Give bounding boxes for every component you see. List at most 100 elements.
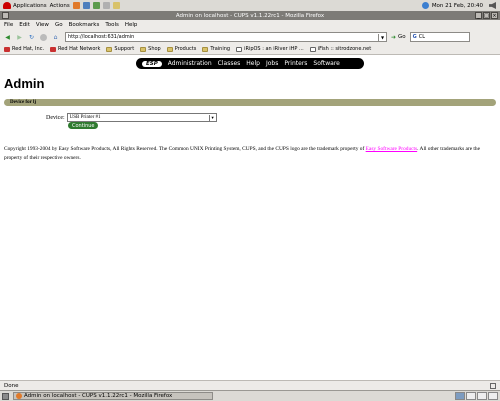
bookmarks-toolbar: Red Hat, Inc. Red Hat Network Support Sh… [0, 44, 500, 55]
cups-nav-software[interactable]: Software [313, 60, 339, 67]
chevron-down-icon: ▼ [208, 114, 216, 121]
taskbar-window-label: Admin on localhost - CUPS v1.1.22rc1 - M… [24, 393, 173, 399]
redhat-logo-icon [3, 2, 11, 9]
security-icon[interactable] [490, 382, 496, 389]
bookmark-label: iRipOS : an iRiver iHP ... [244, 46, 304, 52]
volume-icon[interactable] [489, 2, 496, 9]
continue-button[interactable]: Continue [68, 122, 99, 129]
status-text: Done [4, 382, 19, 389]
status-bar: Done [0, 380, 500, 390]
stop-icon [40, 33, 47, 41]
bookmark-iripos[interactable]: iRipOS : an iRiver iHP ... [236, 46, 304, 52]
bookmark-shop[interactable]: Shop [140, 46, 161, 52]
bookmark-label: Support [114, 46, 135, 52]
folder-icon [202, 46, 209, 52]
device-label: Device: [46, 114, 65, 121]
close-button[interactable]: × [491, 12, 498, 19]
bookmark-label: Red Hat, Inc. [12, 46, 45, 52]
actions-menu[interactable]: Actions [50, 3, 70, 9]
show-desktop-icon[interactable] [2, 392, 9, 400]
bookmark-redhat-network[interactable]: Red Hat Network [50, 46, 100, 52]
workspace-2[interactable] [466, 392, 476, 400]
back-icon[interactable]: ◀ [3, 33, 12, 42]
bookmark-label: Training [210, 46, 231, 52]
menu-view[interactable]: View [36, 22, 49, 28]
bookmark-label: Shop [148, 46, 161, 52]
applications-label: Applications [13, 2, 47, 9]
menu-tools[interactable]: Tools [105, 22, 119, 28]
bookmark-ifish[interactable]: iFish :: sitrodzone.net [309, 46, 372, 52]
section-header: Device for lj [4, 99, 496, 106]
bookmark-label: Red Hat Network [58, 46, 101, 52]
url-input[interactable]: http://localhost:631/admin ▼ [65, 32, 387, 42]
page-icon [236, 46, 243, 52]
terminal-launcher-icon[interactable] [102, 2, 110, 9]
go-arrow-icon: ➜ [391, 33, 397, 41]
search-input[interactable]: G CL [409, 32, 470, 42]
cups-nav-printers[interactable]: Printers [284, 60, 307, 67]
search-engine-icon[interactable]: G [413, 34, 417, 40]
cups-nav-administration[interactable]: Administration [168, 60, 212, 67]
reload-icon[interactable]: ↻ [27, 33, 36, 42]
device-select[interactable]: USB Printer #1 ▼ [66, 113, 217, 122]
device-select-value: USB Printer #1 [69, 115, 101, 120]
menu-help[interactable]: Help [125, 22, 138, 28]
bookmark-training[interactable]: Training [202, 46, 230, 52]
taskbar-window-button[interactable]: Admin on localhost - CUPS v1.1.22rc1 - M… [13, 392, 213, 400]
window-title: Admin on localhost - CUPS v1.1.22rc1 - M… [175, 12, 325, 19]
url-dropdown-icon[interactable]: ▼ [378, 33, 386, 41]
actions-label: Actions [49, 2, 70, 9]
network-icon[interactable] [421, 2, 429, 9]
menu-go[interactable]: Go [55, 22, 63, 28]
section-header-label: Device for lj [10, 100, 37, 105]
search-value: CL [418, 34, 426, 40]
page-icon [309, 46, 316, 52]
cups-navbar: ESP Administration Classes Help Jobs Pri… [136, 58, 364, 69]
cups-nav-help[interactable]: Help [246, 60, 260, 67]
files-launcher-icon[interactable] [112, 2, 120, 9]
folder-icon [140, 46, 147, 52]
bookmark-label: iFish :: sitrodzone.net [317, 46, 372, 52]
go-button[interactable]: ➜ Go [391, 34, 406, 41]
redhat-icon [4, 46, 10, 52]
window-titlebar[interactable]: Admin on localhost - CUPS v1.1.22rc1 - M… [0, 11, 500, 20]
go-label: Go [398, 34, 406, 40]
browser-launcher-icon[interactable] [72, 2, 80, 9]
clock[interactable]: Mon 21 Feb, 20:40 [432, 3, 483, 9]
window-menu-icon[interactable] [2, 12, 9, 19]
menu-edit[interactable]: Edit [19, 22, 30, 28]
menu-bookmarks[interactable]: Bookmarks [69, 22, 100, 28]
device-row: Device: USB Printer #1 ▼ [46, 113, 217, 122]
home-icon[interactable]: ⌂ [51, 33, 60, 42]
cups-nav-jobs[interactable]: Jobs [266, 60, 278, 67]
firefox-icon [16, 393, 22, 399]
cups-nav-classes[interactable]: Classes [218, 60, 241, 67]
copyright-notice: Copyright 1993-2004 by Easy Software Pro… [4, 145, 496, 163]
navigation-toolbar: ◀ ▶ ↻ ⌂ http://localhost:631/admin ▼ ➜ G… [0, 30, 500, 45]
office-launcher-icon[interactable] [92, 2, 100, 9]
workspace-switcher [454, 392, 498, 400]
bookmark-redhat[interactable]: Red Hat, Inc. [4, 46, 44, 52]
workspace-4[interactable] [488, 392, 498, 400]
menu-file[interactable]: File [4, 22, 13, 28]
forward-icon[interactable]: ▶ [15, 33, 24, 42]
bookmark-support[interactable]: Support [106, 46, 134, 52]
page-title: Admin [4, 76, 45, 91]
email-launcher-icon[interactable] [82, 2, 90, 9]
taskbar: Admin on localhost - CUPS v1.1.22rc1 - M… [0, 390, 500, 401]
stop-button[interactable] [39, 33, 48, 42]
esp-logo[interactable]: ESP [142, 60, 162, 67]
redhat-icon [50, 46, 57, 52]
url-text: http://localhost:631/admin [68, 34, 135, 40]
bookmark-products[interactable]: Products [166, 46, 197, 52]
bookmark-label: Products [174, 46, 197, 52]
maximize-button[interactable]: □ [483, 12, 490, 19]
applications-menu[interactable]: Applications [3, 2, 47, 9]
workspace-1[interactable] [455, 392, 465, 400]
minimize-button[interactable]: _ [475, 12, 482, 19]
easy-software-link[interactable]: Easy Software Products [366, 146, 418, 152]
workspace-3[interactable] [477, 392, 487, 400]
copyright-text: Copyright 1993-2004 by Easy Software Pro… [4, 146, 366, 152]
folder-icon [106, 46, 113, 52]
page-content: ESP Administration Classes Help Jobs Pri… [0, 55, 500, 380]
